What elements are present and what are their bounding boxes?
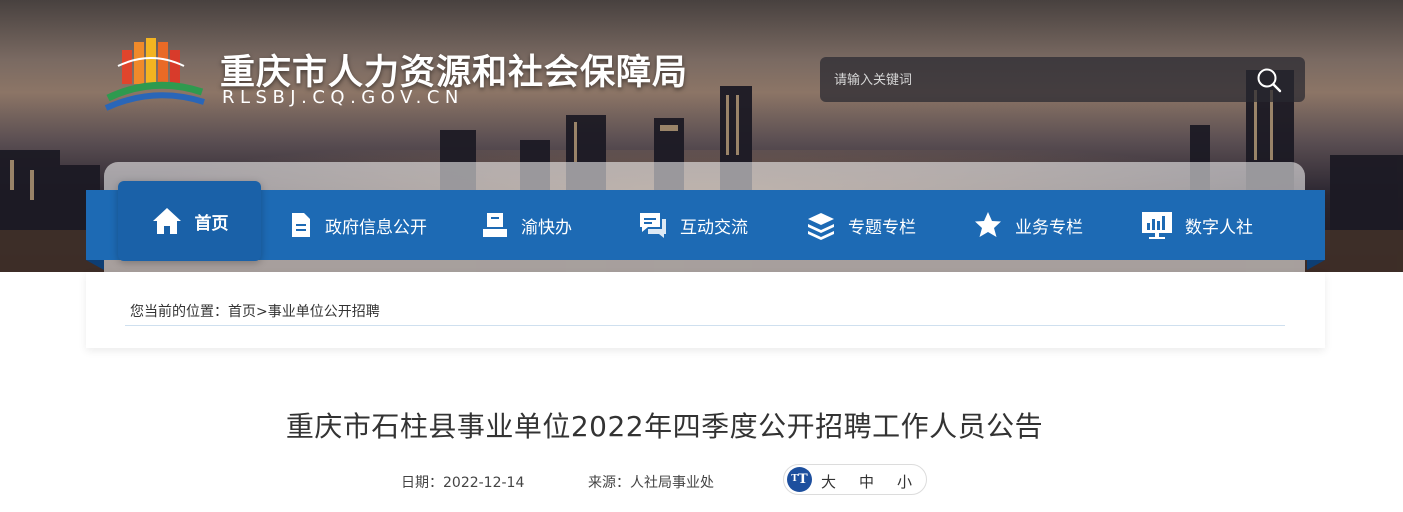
nav-label: 数字人社 [1185, 217, 1253, 238]
nav-label: 首页 [194, 213, 229, 234]
nav-item-topics[interactable]: 专题专栏 [806, 190, 916, 260]
search-input[interactable] [834, 68, 1254, 92]
article-date: 日期：2022-12-14 [401, 472, 524, 492]
chat-icon [640, 213, 666, 238]
breadcrumb-prefix: 您当前的位置： [130, 304, 228, 320]
nav-label: 专题专栏 [848, 217, 916, 238]
nav-label: 互动交流 [680, 217, 748, 238]
breadcrumb-current-link[interactable]: 事业单位公开招聘 [268, 304, 380, 320]
site-logo [104, 38, 205, 111]
nav-label: 政府信息公开 [325, 217, 427, 238]
font-size-medium-button[interactable]: 中 [859, 471, 874, 492]
document-icon [292, 213, 310, 237]
font-size-small-button[interactable]: 小 [897, 471, 912, 492]
breadcrumb: 您当前的位置：首页>事业单位公开招聘 [130, 301, 380, 321]
search-icon[interactable] [1255, 66, 1283, 94]
source-label: 来源： [588, 475, 630, 491]
source-value: 人社局事业处 [630, 475, 714, 491]
nav-item-home[interactable]: 首页 [118, 181, 261, 261]
nav-label: 业务专栏 [1015, 217, 1083, 238]
site-domain: RLSBJ.CQ.GOV.CN [222, 87, 464, 108]
nav-item-yukuaiban[interactable]: 渝快办 [481, 190, 572, 260]
article-title: 重庆市石柱县事业单位2022年四季度公开招聘工作人员公告 [285, 410, 1044, 443]
nav-item-digital[interactable]: 数字人社 [1141, 190, 1253, 260]
nav-label: 渝快办 [521, 217, 572, 238]
nav-item-gov-info[interactable]: 政府信息公开 [289, 190, 427, 260]
star-icon [975, 212, 1001, 237]
nav-fold-right [1307, 260, 1325, 270]
date-value: 2022-12-14 [443, 475, 525, 491]
breadcrumb-divider [125, 325, 1285, 326]
date-label: 日期： [401, 475, 443, 491]
font-size-large-button[interactable]: 大 [821, 471, 836, 492]
nav-item-business[interactable]: 业务专栏 [973, 190, 1083, 260]
breadcrumb-separator: > [256, 304, 268, 320]
breadcrumb-home-link[interactable]: 首页 [228, 304, 256, 320]
font-size-icon: TT [787, 467, 812, 492]
search-box [820, 57, 1305, 102]
article-source: 来源：人社局事业处 [588, 472, 714, 492]
nav-item-interaction[interactable]: 互动交流 [638, 190, 748, 260]
layers-icon [808, 213, 834, 240]
nav-fold-left [86, 260, 104, 270]
service-desk-icon [483, 213, 507, 237]
monitor-chart-icon [1142, 212, 1172, 239]
home-icon [152, 208, 181, 234]
